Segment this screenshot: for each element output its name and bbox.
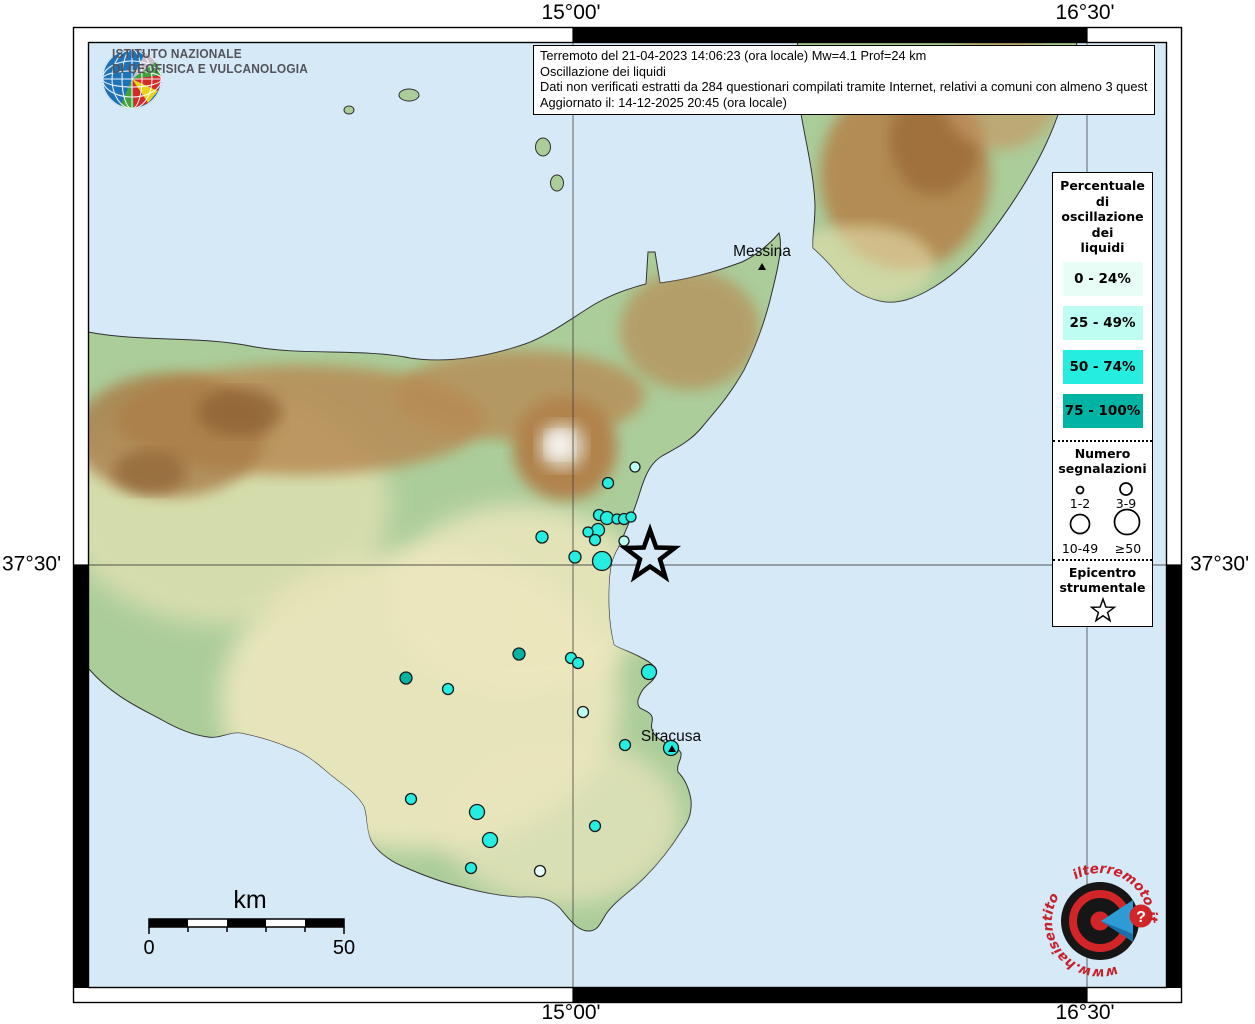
- report-dot: [626, 512, 636, 522]
- report-dot: [513, 648, 525, 660]
- data-notice: Dati non verificati estratti da 284 ques…: [540, 79, 1148, 95]
- legend: Percentuale di oscillazione dei liquidi …: [1052, 172, 1153, 627]
- report-dot: [630, 462, 640, 472]
- event-title: Terremoto del 21-04-2023 14:06:23 (ora l…: [540, 48, 1148, 64]
- report-dot: [406, 794, 417, 805]
- legend-signals-title: Numero segnalazioni: [1053, 446, 1152, 477]
- ingv-name-line1: ISTITUTO NAZIONALE: [112, 47, 308, 62]
- legend-size-symbols: 1-2 3-9 10-49 ≥50: [1054, 477, 1152, 559]
- size-label-50: ≥50: [1114, 541, 1140, 556]
- city-label: Siracusa: [641, 728, 702, 745]
- city-label: Messina: [733, 243, 791, 260]
- legend-epicenter-star: [1083, 596, 1123, 626]
- report-dot: [578, 707, 589, 718]
- map-subject: Oscillazione dei liquidi: [540, 64, 1148, 80]
- event-info-box: Terremoto del 21-04-2023 14:06:23 (ora l…: [533, 45, 1155, 115]
- report-dot: [466, 863, 477, 874]
- report-dot: [619, 536, 629, 546]
- legend-class-label: 0 - 24%: [1074, 271, 1131, 287]
- tick-label-bottom-16: 16°30': [1055, 1001, 1114, 1024]
- size-label-10-49: 10-49: [1061, 541, 1097, 556]
- report-dot: [536, 531, 548, 543]
- report-dot: [443, 684, 454, 695]
- report-dot: [573, 658, 584, 669]
- scale-end-label: 50: [333, 937, 355, 960]
- tick-label-right-37: 37°30': [1190, 553, 1249, 577]
- report-dot: [483, 833, 498, 848]
- map-figure: Messina Siracusa: [0, 0, 1255, 1024]
- report-dot: [569, 551, 581, 563]
- report-dot: [593, 552, 612, 571]
- legend-class-swatch: 0 - 24%: [1063, 262, 1143, 296]
- legend-classes: 0 - 24% 25 - 49% 50 - 74% 75 - 100%: [1053, 256, 1152, 440]
- scale-bar: km 0 50: [120, 886, 380, 937]
- scale-bar-unit: km: [170, 886, 330, 915]
- size-label-1-2: 1-2: [1069, 496, 1089, 511]
- report-dot: [470, 805, 485, 820]
- legend-title: Percentuale di oscillazione dei liquidi: [1053, 173, 1152, 256]
- ingv-name-line2: DI GEOFISICA E VULCANOLOGIA: [112, 62, 308, 77]
- report-dot: [535, 866, 546, 877]
- legend-signals-section: Numero segnalazioni 1-2 3-9 10-49 ≥50: [1053, 440, 1152, 559]
- legend-epicenter-title: Epicentro strumentale: [1053, 565, 1152, 596]
- legend-class-label: 25 - 49%: [1069, 315, 1135, 331]
- scale-start-label: 0: [143, 937, 154, 960]
- legend-class-label: 75 - 100%: [1065, 403, 1141, 419]
- report-dot: [590, 821, 601, 832]
- size-label-3-9: 3-9: [1115, 496, 1135, 511]
- report-dot: [603, 478, 614, 489]
- scale-bar-graphic: [120, 915, 380, 935]
- tick-label-left-37: 37°30': [2, 553, 61, 577]
- report-dot: [642, 665, 657, 680]
- legend-class-swatch: 75 - 100%: [1063, 394, 1143, 428]
- report-dot: [620, 740, 631, 751]
- tick-label-top-16: 16°30': [1055, 1, 1114, 25]
- tick-label-bottom-15: 15°00': [541, 1001, 600, 1024]
- report-dot: [400, 672, 412, 684]
- legend-class-swatch: 50 - 74%: [1063, 350, 1143, 384]
- update-time: Aggiornato il: 14-12-2025 20:45 (ora loc…: [540, 95, 1148, 111]
- tick-label-top-15: 15°00': [541, 1, 600, 25]
- legend-epicenter-section: Epicentro strumentale: [1053, 559, 1152, 626]
- legend-class-swatch: 25 - 49%: [1063, 306, 1143, 340]
- legend-class-label: 50 - 74%: [1069, 359, 1135, 375]
- ingv-logo: ISTITUTO NAZIONALE DI GEOFISICA E VULCAN…: [100, 47, 318, 77]
- report-dot: [590, 535, 601, 546]
